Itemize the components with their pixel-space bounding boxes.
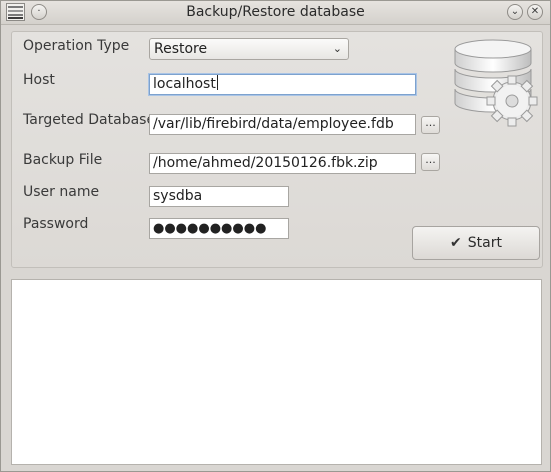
operation-type-value: Restore — [154, 41, 208, 57]
database-gear-icon — [454, 39, 538, 127]
output-log[interactable] — [11, 279, 542, 465]
chevron-down-icon: ⌄ — [332, 42, 342, 55]
close-button[interactable]: ✕ — [527, 4, 543, 20]
backup-restore-window: · Backup/Restore database ⌄ ✕ Operation … — [0, 0, 551, 472]
host-label: Host — [23, 72, 55, 88]
checkmark-icon: ✔ — [450, 235, 462, 251]
operation-type-label: Operation Type — [23, 38, 130, 54]
password-label: Password — [23, 216, 89, 232]
username-input[interactable]: sysdba — [149, 186, 289, 207]
title-bar[interactable]: · Backup/Restore database ⌄ ✕ — [1, 1, 550, 25]
browse-backup-file-button[interactable]: ... — [421, 153, 440, 171]
backup-file-label: Backup File — [23, 152, 103, 168]
operation-type-select[interactable]: Restore ⌄ — [149, 38, 349, 60]
host-input[interactable]: localhost — [149, 74, 416, 95]
password-input[interactable]: ●●●●●●●●●● — [149, 218, 289, 239]
chevron-down-icon: ⌄ — [510, 6, 520, 17]
start-button-label: Start — [467, 235, 502, 251]
text-caret — [216, 75, 218, 90]
target-database-label: Targeted Database — [23, 112, 156, 128]
target-database-input[interactable]: /var/lib/firebird/data/employee.fdb — [149, 114, 416, 135]
minimize-button[interactable]: ⌄ — [507, 4, 523, 20]
start-button[interactable]: ✔ Start — [412, 226, 540, 260]
backup-file-input[interactable]: /home/ahmed/20150126.fbk.zip — [149, 153, 416, 174]
username-label: User name — [23, 184, 100, 200]
host-value: localhost — [153, 76, 216, 92]
close-icon: ✕ — [530, 6, 540, 17]
window-title: Backup/Restore database — [186, 4, 365, 20]
browse-database-button[interactable]: ... — [421, 116, 440, 134]
